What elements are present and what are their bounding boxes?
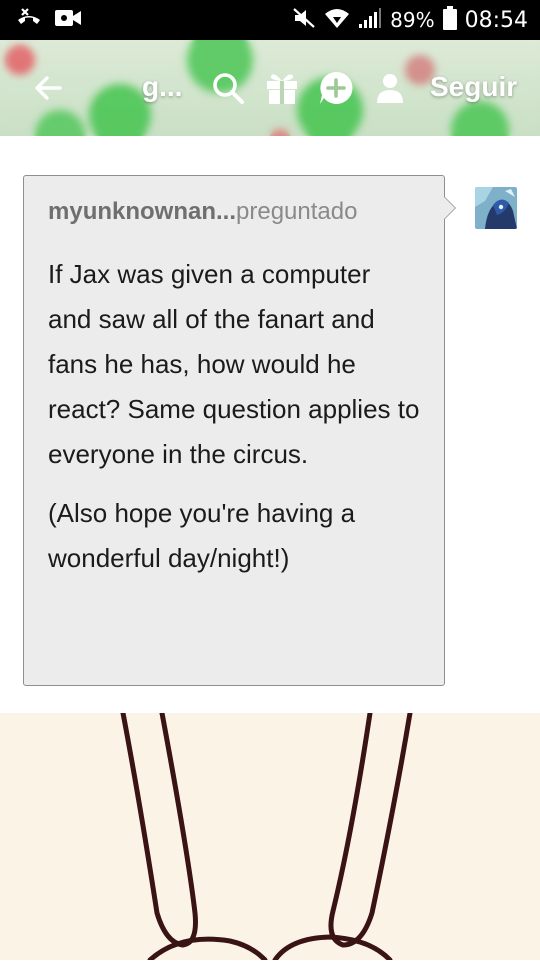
clock: 08:54 <box>464 7 528 33</box>
battery-percent: 89% <box>390 8 435 32</box>
rabbit-ears-sketch <box>120 710 413 963</box>
bubble-pointer-fill <box>444 197 455 219</box>
search-icon[interactable] <box>210 70 246 106</box>
back-arrow-icon[interactable] <box>30 70 66 106</box>
ask-body: If Jax was given a computer and saw all … <box>48 252 420 581</box>
status-right: 89% 08:54 <box>292 5 528 35</box>
mute-icon <box>292 7 316 34</box>
ask-paragraph: If Jax was given a computer and saw all … <box>48 259 420 469</box>
battery-icon <box>442 5 457 35</box>
status-left <box>16 7 82 34</box>
add-circle-icon[interactable] <box>318 70 354 106</box>
ask-bubble: myunknownan...preguntado If Jax was give… <box>23 175 445 686</box>
asker-line: myunknownan...preguntado <box>48 198 420 226</box>
signal-icon <box>358 7 382 34</box>
status-bar: 89% 08:54 <box>0 0 540 40</box>
asker-name[interactable]: myunknownan... <box>48 198 236 225</box>
blog-header: g... Seguir <box>0 40 540 136</box>
video-call-icon <box>54 8 82 33</box>
follow-button[interactable]: Seguir <box>430 71 517 103</box>
asked-label: preguntado <box>236 198 358 225</box>
ask-paragraph: (Also hope you're having a wonderful day… <box>48 498 356 573</box>
asker-avatar[interactable] <box>475 187 517 229</box>
header-toolbar: g... Seguir <box>0 40 540 136</box>
post-drawing[interactable] <box>0 710 540 963</box>
gift-icon[interactable] <box>264 70 300 106</box>
person-icon[interactable] <box>372 70 408 106</box>
blog-title[interactable]: g... <box>142 71 182 103</box>
wifi-icon <box>324 7 350 34</box>
missed-call-icon <box>16 7 42 34</box>
